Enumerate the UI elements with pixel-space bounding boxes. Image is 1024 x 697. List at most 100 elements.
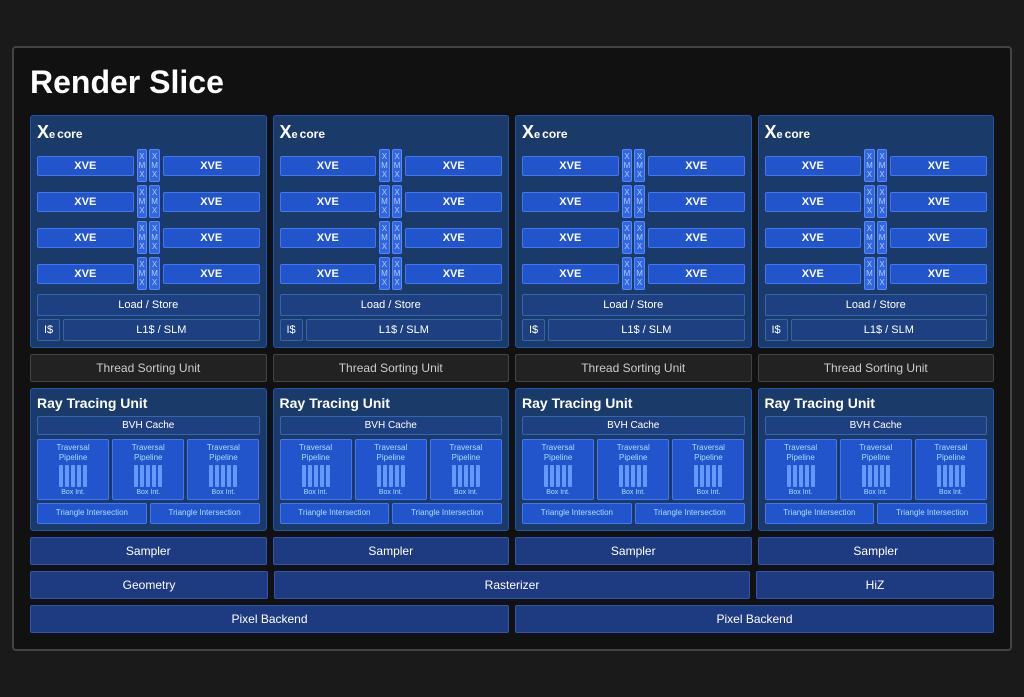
xmx-cell: XMX <box>864 221 875 254</box>
traversal-cell: TraversalPipeline Box Int. <box>597 439 669 500</box>
xve-cell: XVE <box>37 192 134 212</box>
xe-core-1: Xecore XVE XMX XMX XVE XVE XMX XMX XVE <box>30 115 267 348</box>
xve-cell: XVE <box>405 228 502 248</box>
l1slm-1: L1$ / SLM <box>63 319 259 341</box>
triangle-cell: Triangle Intersection <box>392 503 502 523</box>
traversal-cell: TraversalPipeline Box Int. <box>672 439 744 500</box>
l1slm-2: L1$ / SLM <box>306 319 502 341</box>
xmx-cell: XMX <box>622 185 633 218</box>
xmx-cell: XMX <box>149 257 160 290</box>
xmx-cell: XMX <box>379 221 390 254</box>
xve-cell: XVE <box>522 192 619 212</box>
xmx-cell: XMX <box>379 257 390 290</box>
triangle-cell: Triangle Intersection <box>635 503 745 523</box>
traversal-cell: TraversalPipeline Box Int. <box>765 439 837 500</box>
traversal-row-2: TraversalPipeline Box Int. TraversalPipe… <box>280 439 503 500</box>
sampler-2: Sampler <box>273 537 510 565</box>
xve-row: XVE XMX XMX XVE <box>765 149 988 182</box>
xe-core-4: Xecore XVE XMX XMX XVE XVE XMX XMX XVE X… <box>758 115 995 348</box>
traversal-label: TraversalPipeline <box>40 443 106 462</box>
rt-label-3: Ray Tracing Unit <box>522 395 745 411</box>
triangle-cell: Triangle Intersection <box>37 503 147 523</box>
xmx-cell: XMX <box>877 149 888 182</box>
l1slm-3: L1$ / SLM <box>548 319 744 341</box>
xve-cell: XVE <box>648 228 745 248</box>
box-int-label: Box Int. <box>358 489 424 496</box>
page-title: Render Slice <box>30 64 994 101</box>
sampler-grid: Sampler Sampler Sampler Sampler <box>30 537 994 565</box>
xmx-group: XMX XMX <box>864 149 887 182</box>
tsu-4: Thread Sorting Unit <box>758 354 995 382</box>
traversal-label: TraversalPipeline <box>768 443 834 462</box>
load-store-3: Load / Store <box>522 294 745 316</box>
traversal-label: TraversalPipeline <box>190 443 256 462</box>
xe-core-grid: Xecore XVE XMX XMX XVE XVE XMX XMX XVE <box>30 115 994 348</box>
traversal-row-1: TraversalPipeline Box Int. TraversalPipe… <box>37 439 260 500</box>
traversal-label: TraversalPipeline <box>843 443 909 462</box>
rt-block-1: Ray Tracing Unit BVH Cache TraversalPipe… <box>30 388 267 531</box>
sampler-3: Sampler <box>515 537 752 565</box>
box-int-label: Box Int. <box>115 489 181 496</box>
xve-cell: XVE <box>163 156 260 176</box>
box-int-label: Box Int. <box>918 489 984 496</box>
load-store-2: Load / Store <box>280 294 503 316</box>
xve-cell: XVE <box>648 192 745 212</box>
pixel-backend-1: Pixel Backend <box>30 605 509 633</box>
xve-cell: XVE <box>37 264 134 284</box>
traversal-lines <box>525 465 591 487</box>
icache-1: I$ <box>37 319 60 341</box>
xe-core-2: Xecore XVE XMX XMX XVE XVE XMX XMX XVE X… <box>273 115 510 348</box>
xmx-group: XMX XMX <box>379 149 402 182</box>
xe-core-3: Xecore XVE XMX XMX XVE XVE XMX XMX XVE X… <box>515 115 752 348</box>
traversal-label: TraversalPipeline <box>918 443 984 462</box>
icache-2: I$ <box>280 319 303 341</box>
xve-cell: XVE <box>405 192 502 212</box>
xve-row: XVE XMX XMX XVE <box>522 221 745 254</box>
xve-row: XVE XMX XMX XVE <box>280 257 503 290</box>
xmx-group: XMX XMX <box>622 185 645 218</box>
cache-row-2: I$ L1$ / SLM <box>280 319 503 341</box>
xmx-cell: XMX <box>149 185 160 218</box>
box-int-label: Box Int. <box>600 489 666 496</box>
xmx-group: XMX XMX <box>379 185 402 218</box>
triangle-row-2: Triangle Intersection Triangle Intersect… <box>280 503 503 523</box>
xve-row: XVE XMX XMX XVE <box>765 185 988 218</box>
traversal-lines <box>40 465 106 487</box>
xve-cell: XVE <box>522 156 619 176</box>
traversal-lines <box>843 465 909 487</box>
xe-core-label-3: Xecore <box>522 122 745 143</box>
traversal-lines <box>768 465 834 487</box>
xve-cell: XVE <box>163 228 260 248</box>
xmx-cell: XMX <box>864 185 875 218</box>
xve-cell: XVE <box>280 228 377 248</box>
xmx-cell: XMX <box>622 149 633 182</box>
xmx-cell: XMX <box>634 257 645 290</box>
geo-rast-row: Geometry Rasterizer HiZ <box>30 571 994 599</box>
traversal-lines <box>283 465 349 487</box>
box-int-label: Box Int. <box>433 489 499 496</box>
traversal-cell: TraversalPipeline Box Int. <box>112 439 184 500</box>
xmx-cell: XMX <box>379 185 390 218</box>
rt-block-2: Ray Tracing Unit BVH Cache TraversalPipe… <box>273 388 510 531</box>
traversal-lines <box>918 465 984 487</box>
box-int-label: Box Int. <box>843 489 909 496</box>
xve-cell: XVE <box>37 228 134 248</box>
xmx-group: XMX XMX <box>864 257 887 290</box>
xve-cell: XVE <box>405 156 502 176</box>
tsu-grid: Thread Sorting Unit Thread Sorting Unit … <box>30 354 994 382</box>
xve-row-4: XVE XMX XMX XVE <box>37 257 260 290</box>
xve-cell: XVE <box>890 228 987 248</box>
traversal-label: TraversalPipeline <box>433 443 499 462</box>
xve-cell: XVE <box>765 192 862 212</box>
pixel-row: Pixel Backend Pixel Backend <box>30 605 994 633</box>
box-int-label: Box Int. <box>40 489 106 496</box>
box-int-label: Box Int. <box>768 489 834 496</box>
xmx-cell: XMX <box>864 149 875 182</box>
xmx-cell: XMX <box>392 185 403 218</box>
traversal-cell: TraversalPipeline Box Int. <box>430 439 502 500</box>
box-int-label: Box Int. <box>283 489 349 496</box>
bvh-cache-2: BVH Cache <box>280 416 503 435</box>
bvh-cache-1: BVH Cache <box>37 416 260 435</box>
xve-cell: XVE <box>890 264 987 284</box>
xve-row: XVE XMX XMX XVE <box>280 149 503 182</box>
